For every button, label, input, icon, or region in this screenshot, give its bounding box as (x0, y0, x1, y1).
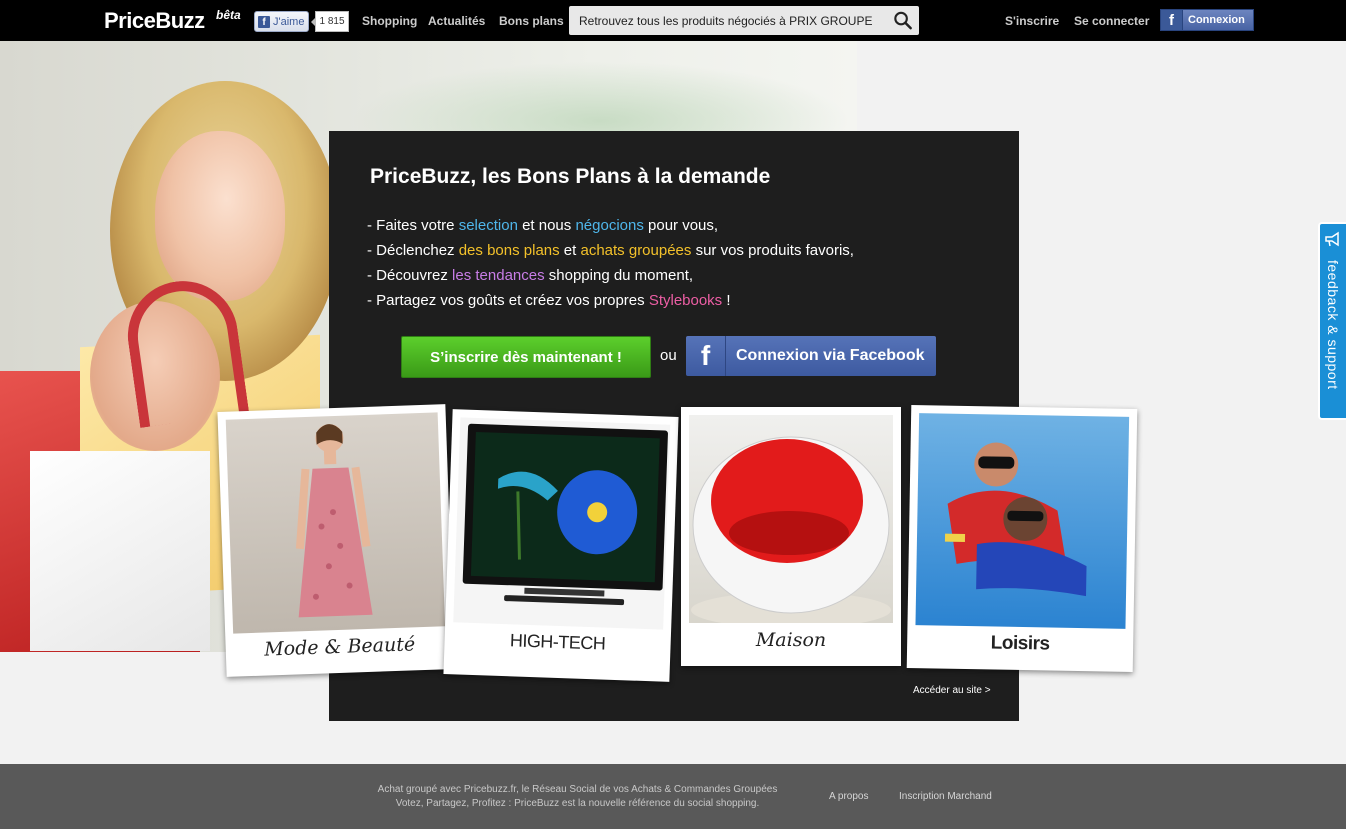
feature-line: - Partagez vos goûts et créez vos propre… (367, 292, 731, 309)
like-count: 1 815 (311, 11, 349, 32)
facebook-connect-label: Connexion (1188, 14, 1245, 26)
facebook-login-label: Connexion via Facebook (736, 347, 925, 364)
category-caption: Mode & Beauté (263, 633, 416, 661)
signup-now-button[interactable]: S’inscrire dès maintenant ! (401, 336, 651, 378)
footer-merchant-link[interactable]: Inscription Marchand (899, 791, 992, 802)
top-bar: PriceBuzz bêta f J'aime 1 815 Shopping A… (0, 0, 1346, 41)
facebook-icon: f (258, 15, 270, 28)
category-caption: Loisirs (990, 632, 1050, 655)
search-input[interactable] (569, 6, 889, 35)
feature-line: - Découvrez les tendances shopping du mo… (367, 267, 694, 284)
facebook-login-button[interactable]: f Connexion via Facebook (686, 336, 936, 376)
white-bag-illustration (30, 451, 210, 651)
facebook-icon: f (1161, 10, 1183, 30)
pricebuzz-logo[interactable]: PriceBuzz (104, 8, 205, 34)
feedback-label: feedback & support (1325, 260, 1341, 390)
facebook-icon: f (686, 336, 726, 376)
or-label: ou (660, 347, 677, 364)
facebook-like-button[interactable]: f J'aime (254, 11, 309, 32)
access-site-link[interactable]: Accéder au site > (913, 685, 991, 696)
category-mode-beaute[interactable]: Mode & Beauté (217, 404, 455, 677)
footer-about-link[interactable]: A propos (829, 791, 868, 802)
category-caption: HIGH-TECH (509, 630, 606, 654)
signup-link[interactable]: S'inscrire (1005, 14, 1059, 28)
feature-list: - Faites votre selection et nous négocio… (367, 213, 854, 313)
category-maison[interactable]: Maison (681, 407, 901, 666)
login-link[interactable]: Se connecter (1074, 14, 1149, 28)
beta-badge: bêta (216, 8, 241, 22)
nav-bons-plans[interactable]: Bons plans (499, 14, 564, 28)
search-box (569, 6, 919, 35)
category-high-tech[interactable]: HIGH-TECH (443, 409, 679, 682)
feature-line: - Déclenchez des bons plans et achats gr… (367, 242, 854, 259)
category-caption: Maison (755, 629, 827, 651)
woman-face (155, 131, 285, 301)
footer-text: Achat groupé avec Pricebuzz.fr, le Résea… (377, 784, 778, 809)
dress-photo (225, 412, 446, 634)
skydiving-photo (915, 413, 1130, 629)
footer: Achat groupé avec Pricebuzz.fr, le Résea… (0, 764, 1346, 829)
chair-photo (689, 415, 893, 623)
nav-shopping[interactable]: Shopping (362, 14, 417, 28)
feedback-support-tab[interactable]: feedback & support (1318, 222, 1346, 420)
like-label: J'aime (273, 15, 305, 28)
facebook-connect-button[interactable]: f Connexion (1160, 9, 1254, 31)
nav-actualites[interactable]: Actualités (428, 14, 485, 28)
feature-line: - Faites votre selection et nous négocio… (367, 217, 719, 234)
panel-title: PriceBuzz, les Bons Plans à la demande (370, 165, 771, 188)
search-icon[interactable] (891, 9, 915, 32)
tv-photo (453, 417, 671, 630)
category-loisirs[interactable]: Loisirs (906, 405, 1138, 672)
megaphone-icon (1325, 231, 1339, 247)
